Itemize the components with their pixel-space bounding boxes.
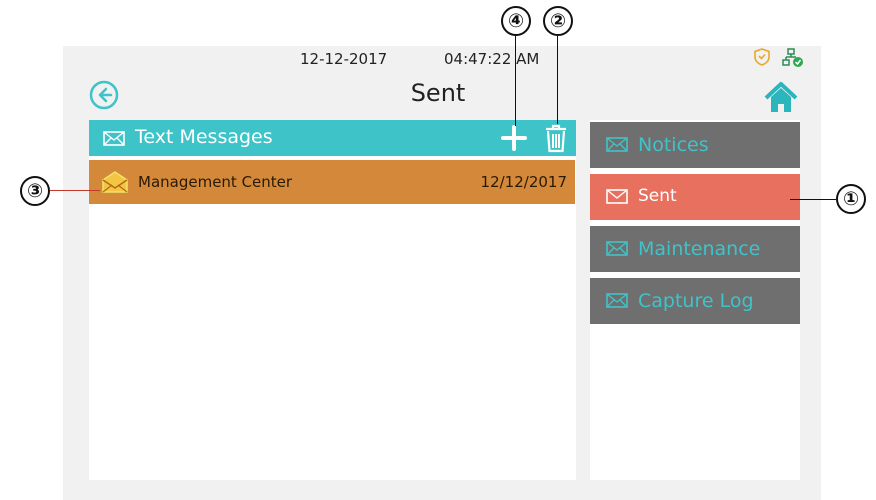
add-message-button[interactable] — [500, 123, 528, 153]
nav-sent-label: Sent — [638, 186, 677, 206]
envelope-icon — [606, 293, 628, 308]
message-row[interactable]: Management Center 12/12/2017 — [89, 160, 575, 204]
delete-button[interactable] — [542, 122, 570, 154]
callout-2-leader — [557, 36, 558, 124]
callout-2: ② — [543, 6, 573, 36]
message-sender: Management Center — [138, 173, 293, 191]
nav-sent[interactable]: Sent — [590, 174, 800, 220]
nav-notices-label: Notices — [638, 134, 709, 156]
status-date: 12-12-2017 — [300, 50, 388, 68]
shield-icon — [754, 48, 770, 66]
text-messages-title: Text Messages — [135, 126, 273, 148]
envelope-icon — [606, 241, 628, 256]
status-time: 04:47:22 AM — [444, 50, 540, 68]
callout-3: ③ — [20, 176, 50, 206]
envelope-icon — [606, 137, 628, 152]
envelope-icon — [606, 189, 628, 204]
open-envelope-icon — [102, 171, 128, 193]
envelope-icon — [103, 131, 125, 146]
callout-1-leader — [790, 199, 836, 200]
nav-maintenance[interactable]: Maintenance — [590, 226, 800, 272]
nav-capture-log[interactable]: Capture Log — [590, 278, 800, 324]
home-button[interactable] — [762, 80, 800, 116]
callout-4: ④ — [501, 6, 531, 36]
nav-maintenance-label: Maintenance — [638, 238, 761, 260]
callout-4-leader — [515, 36, 516, 126]
callout-3-leader — [50, 190, 100, 191]
callout-1: ① — [836, 184, 866, 214]
network-status-icon — [782, 48, 803, 67]
nav-notices[interactable]: Notices — [590, 122, 800, 168]
message-date: 12/12/2017 — [480, 173, 567, 191]
back-button[interactable] — [89, 80, 119, 110]
nav-capture-log-label: Capture Log — [638, 290, 754, 312]
